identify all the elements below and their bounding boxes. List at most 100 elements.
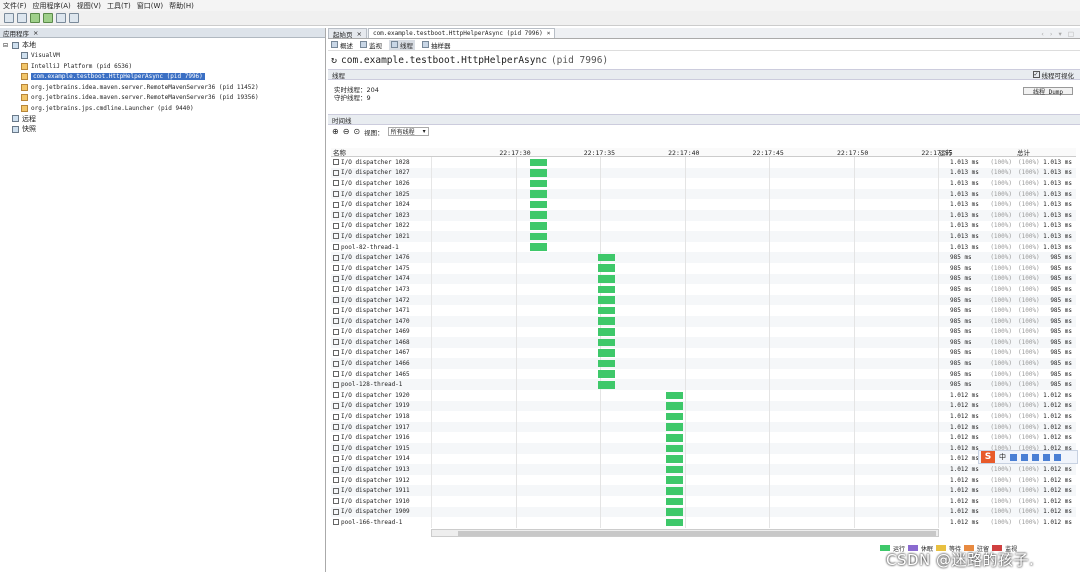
tab-application[interactable]: com.example.testboot.HttpHelperAsync (pi… [367, 28, 556, 38]
close-icon[interactable]: × [357, 30, 362, 38]
checkbox-icon[interactable] [333, 466, 339, 473]
tree-node-application[interactable]: org.jetbrains.idea.maven.server.RemoteMa… [3, 82, 325, 93]
skin-icon[interactable] [1043, 453, 1050, 461]
view-select[interactable]: 所有线程 ▾ [387, 127, 429, 136]
zoom-fit-icon[interactable]: ⊙ [353, 127, 360, 136]
checkbox-icon[interactable] [333, 222, 339, 229]
table-row[interactable]: I/O dispatcher 1917 1.012 ms (100%) (100%) 1… [331, 421, 1076, 433]
checkbox-icon[interactable] [333, 191, 339, 198]
tree-node-application[interactable]: com.example.testboot.HttpHelperAsync (pi… [3, 72, 325, 83]
checkbox-icon[interactable] [333, 360, 339, 367]
table-row[interactable]: I/O dispatcher 1915 1.012 ms (100%) (100%) 1… [331, 443, 1076, 454]
checkbox-icon[interactable] [333, 328, 339, 335]
table-row[interactable]: I/O dispatcher 1471 985 ms (100%) (100%) 985… [331, 305, 1076, 316]
toolbox-icon[interactable] [1054, 453, 1061, 461]
checkbox-icon[interactable] [333, 424, 339, 431]
checkbox-icon[interactable] [333, 244, 339, 251]
table-row[interactable]: I/O dispatcher 1909 1.012 ms (100%) (100%) 1… [331, 506, 1076, 518]
tree-node-snapshot[interactable]: 快照 [3, 124, 325, 135]
menu-item[interactable]: 视图(V) [77, 1, 101, 11]
tab-navigation[interactable]: ‹ › ▾ □ [1041, 30, 1080, 38]
open-icon[interactable] [4, 13, 14, 23]
checkbox-icon[interactable] [333, 413, 339, 420]
table-row[interactable]: I/O dispatcher 1023 1.013 ms (100%) (100%) 1… [331, 209, 1076, 221]
checkbox-icon[interactable] [333, 498, 339, 505]
table-row[interactable]: I/O dispatcher 1918 1.012 ms (100%) (100%) 1… [331, 411, 1076, 422]
add-jmx-icon[interactable] [30, 13, 40, 23]
applications-tab[interactable]: 应用程序 × [0, 28, 325, 38]
table-row[interactable]: I/O dispatcher 1028 1.013 ms (100%) (100%) 1… [331, 157, 1076, 168]
subtab-sampler[interactable]: 抽样器 [422, 40, 451, 50]
ime-toolbar[interactable]: S 中 [978, 450, 1078, 464]
close-icon[interactable]: × [547, 30, 551, 37]
ime-language[interactable]: 中 [999, 452, 1006, 462]
table-row[interactable]: I/O dispatcher 1910 1.012 ms (100%) (100%) 1… [331, 496, 1076, 507]
checkbox-icon[interactable] [333, 254, 339, 261]
subtab-overview[interactable]: 概述 [331, 40, 353, 50]
table-row[interactable]: I/O dispatcher 19141.012 ms(100%)(100%)1… [331, 453, 1076, 465]
collapse-icon[interactable]: ⊟ [3, 42, 10, 49]
tree-node-application[interactable]: VisualVM [3, 51, 325, 62]
table-row[interactable]: pool-82-thread-1 1.013 ms (100%) (100%) 1.01… [331, 241, 1076, 253]
horizontal-scrollbar[interactable] [431, 529, 939, 537]
checkbox-icon[interactable] [333, 519, 339, 526]
checkbox-icon[interactable] [333, 180, 339, 187]
table-row[interactable]: I/O dispatcher 1470 985 ms (100%) (100%) 985… [331, 315, 1076, 327]
checkbox-icon[interactable] [333, 402, 339, 409]
table-row[interactable]: I/O dispatcher 1027 1.013 ms (100%) (100%) 1… [331, 167, 1076, 179]
column-header-total[interactable]: 总计 [1014, 148, 1074, 157]
checkbox-icon[interactable] [333, 297, 339, 304]
table-row[interactable]: I/O dispatcher 1025 1.013 ms (100%) (100%) 1… [331, 188, 1076, 200]
checkbox-icon[interactable] [333, 212, 339, 219]
table-row[interactable]: I/O dispatcher 1022 1.013 ms (100%) (100%) 1… [331, 220, 1076, 232]
microphone-icon[interactable] [1021, 453, 1028, 461]
threads-visualization-toggle[interactable]: ✓ 线程可视化 [1032, 70, 1074, 80]
menu-item[interactable]: 帮助(H) [169, 1, 194, 11]
checkbox-checked-icon[interactable]: ✓ [1032, 71, 1040, 78]
keyboard-icon[interactable] [1032, 453, 1039, 461]
checkbox-icon[interactable] [333, 477, 339, 484]
scrollbar-thumb[interactable] [458, 531, 936, 536]
table-row[interactable]: pool-128-thread-1 985 ms (100%) (100%) 985 m… [331, 379, 1076, 391]
subtab-monitor[interactable]: 监视 [360, 40, 382, 50]
subtab-threads[interactable]: 线程 [389, 39, 415, 50]
checkbox-icon[interactable] [333, 434, 339, 441]
checkbox-icon[interactable] [333, 265, 339, 272]
checkbox-icon[interactable] [333, 487, 339, 494]
table-row[interactable]: I/O dispatcher 1465 985 ms (100%) (100%) 985… [331, 368, 1076, 380]
tree-node-remote[interactable]: 远程 [3, 114, 325, 125]
table-row[interactable]: I/O dispatcher 1920 1.012 ms (100%) (100%) 1… [331, 390, 1076, 401]
menu-item[interactable]: 应用程序(A) [33, 1, 71, 11]
checkbox-icon[interactable] [333, 392, 339, 399]
close-icon[interactable]: × [33, 29, 38, 37]
menu-item[interactable]: 工具(T) [107, 1, 131, 11]
table-row[interactable]: I/O dispatcher 1021 1.013 ms (100%) (100%) 1… [331, 231, 1076, 242]
checkbox-icon[interactable] [333, 455, 339, 462]
checkbox-icon[interactable] [333, 159, 339, 166]
table-row[interactable]: I/O dispatcher 1026 1.013 ms (100%) (100%) 1… [331, 178, 1076, 189]
menu-item[interactable]: 窗口(W) [137, 1, 163, 11]
table-row[interactable]: pool-166-thread-1 1.012 ms (100%) (100%) 1.0… [331, 517, 1076, 528]
thread-dump-button[interactable]: 线程 Dump [1023, 87, 1073, 96]
table-row[interactable]: I/O dispatcher 1474 985 ms (100%) (100%) 985… [331, 273, 1076, 285]
tree-node-application[interactable]: IntelliJ Platform (pid 6536) [3, 61, 325, 72]
tab-start-page[interactable]: 起始页 × [328, 28, 367, 39]
checkbox-icon[interactable] [333, 508, 339, 515]
table-row[interactable]: I/O dispatcher 1913 1.012 ms (100%) (100%) 1… [331, 464, 1076, 475]
checkbox-icon[interactable] [333, 445, 339, 452]
table-row[interactable]: I/O dispatcher 1024 1.013 ms (100%) (100%) 1… [331, 199, 1076, 210]
table-row[interactable]: I/O dispatcher 1911 1.012 ms (100%) (100%) 1… [331, 485, 1076, 496]
table-row[interactable]: I/O dispatcher 1472 985 ms (100%) (100%) 985… [331, 294, 1076, 306]
zoom-in-icon[interactable]: ⊕ [332, 127, 339, 136]
checkbox-icon[interactable] [333, 318, 339, 325]
tree-node-application[interactable]: org.jetbrains.idea.maven.server.RemoteMa… [3, 93, 325, 104]
zoom-out-icon[interactable]: ⊖ [343, 127, 350, 136]
table-row[interactable]: I/O dispatcher 1466 985 ms (100%) (100%) 985… [331, 358, 1076, 369]
checkbox-icon[interactable] [333, 381, 339, 388]
checkbox-icon[interactable] [333, 233, 339, 240]
checkbox-icon[interactable] [333, 201, 339, 208]
heap-dump-icon[interactable] [69, 13, 79, 23]
menu-item[interactable]: 文件(F) [3, 1, 27, 11]
tree-node-local[interactable]: ⊟ 本地 [3, 40, 325, 51]
table-row[interactable]: I/O dispatcher 1475 985 ms (100%) (100%) 985… [331, 262, 1076, 274]
